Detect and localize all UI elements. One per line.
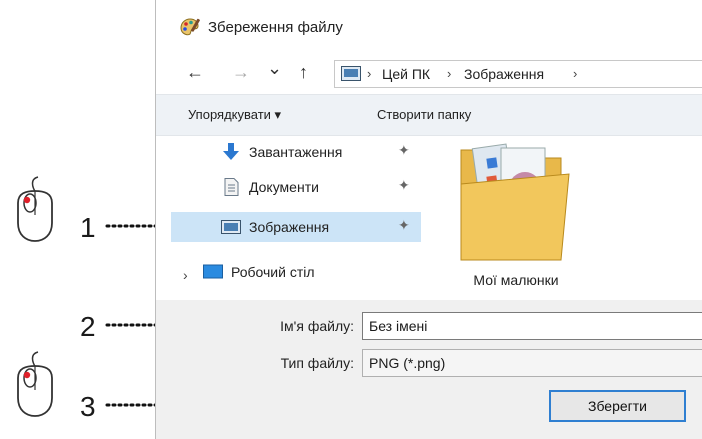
pictures-icon [221,220,241,234]
navigation-bar: ← → ⌄ ↑ › Цей ПК › Зображення › [156,52,702,94]
folder-item[interactable]: Мої малюнки [451,140,581,295]
sidebar-item-label: Документи [249,179,319,195]
pin-icon[interactable]: ✦ [398,217,410,234]
annotation-number-2: 2 [80,311,96,342]
sidebar-item-desktop[interactable]: Робочий стіл [171,257,421,287]
desktop-icon [203,264,223,279]
filetype-label: Тип файлу: [280,355,354,371]
title-bar: Збереження файлу [156,0,702,52]
pictures-folder-icon [341,66,361,81]
documents-icon [224,178,239,196]
sidebar-item-pictures[interactable]: Зображення ✦ [171,212,421,242]
sidebar-item-label: Робочий стіл [231,264,315,280]
sidebar-item-label: Зображення [249,219,330,235]
filename-input[interactable]: Без імені [362,312,702,340]
command-toolbar: Упорядкувати ▾ Створити папку [156,94,702,136]
breadcrumb-this-pc[interactable]: Цей ПК [382,66,430,82]
organize-button[interactable]: Упорядкувати ▾ [188,107,281,123]
forward-button[interactable]: → [232,62,250,82]
breadcrumb-separator: › [447,66,452,81]
sidebar-item-label: Завантаження [249,144,343,160]
address-bar[interactable]: › Цей ПК › Зображення › [334,60,702,88]
download-icon [223,143,239,160]
folder-icon [460,143,570,261]
pin-icon[interactable]: ✦ [398,142,410,159]
annotation-number-3: 3 [80,391,96,422]
expand-chevron-icon[interactable]: › [183,267,188,283]
dialog-title: Збереження файлу [208,19,343,36]
mouse-icon [17,176,53,242]
mouse-icon [17,351,53,417]
sidebar-item-downloads[interactable]: Завантаження ✦ [171,137,421,167]
back-button[interactable]: ← [186,62,204,82]
save-options-panel: Ім'я файлу: Без імені Тип файлу: PNG (*.… [156,300,702,439]
sidebar-item-documents[interactable]: Документи ✦ [171,172,421,202]
paint-app-icon [180,18,200,36]
save-button[interactable]: Зберегти [549,390,686,422]
up-button[interactable]: ↑ [299,62,308,82]
recent-locations-button[interactable]: ⌄ [267,58,282,78]
filetype-select[interactable]: PNG (*.png) [362,349,702,377]
breadcrumb-separator: › [573,66,578,81]
folder-label: Мої малюнки [473,272,559,288]
navigation-pane: Завантаження ✦ Документи ✦ Зображення ✦ [156,135,421,300]
save-file-dialog: Збереження файлу ← → ⌄ ↑ › Цей ПК › Зобр… [155,0,702,439]
filename-label: Ім'я файлу: [280,318,354,334]
pin-icon[interactable]: ✦ [398,177,410,194]
new-folder-button[interactable]: Створити папку [377,107,471,122]
breadcrumb-separator: › [367,66,372,81]
breadcrumb-pictures[interactable]: Зображення [464,66,544,82]
annotation-number-1: 1 [80,212,96,243]
